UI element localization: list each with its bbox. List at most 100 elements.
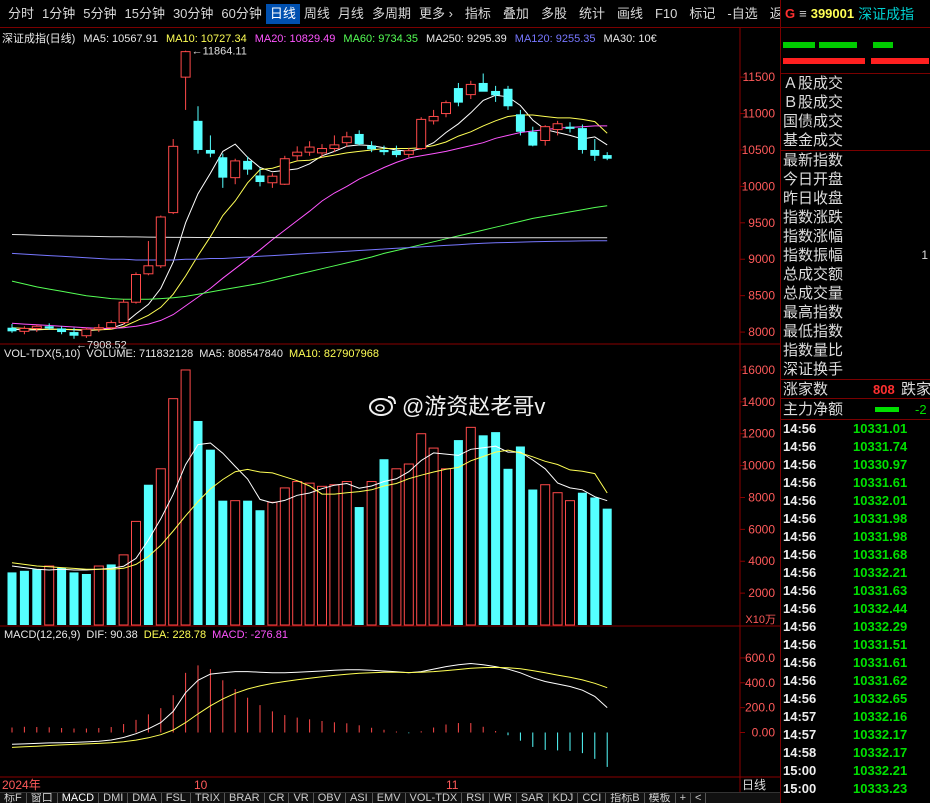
main-net-bar [875, 407, 899, 412]
indicator-tab[interactable]: VOL-TDX [406, 793, 463, 803]
menu-icon[interactable]: ≡ [799, 6, 807, 21]
tick-price: 10332.01 [853, 493, 908, 508]
tick-list[interactable]: 14:56 10331.01 14:56 10331.74 14:56 10330.97 1… [781, 420, 930, 798]
tick-price: 10332.17 [853, 727, 908, 742]
candle-body-up [292, 151, 303, 157]
indicator-tab[interactable]: CCI [578, 793, 607, 803]
indicator-tab[interactable]: WR [490, 793, 517, 803]
tick-row: 14:56 10331.98 [781, 528, 930, 546]
date-label-oct: 10 [194, 778, 208, 792]
group-badge[interactable]: G [785, 6, 795, 21]
volume-bar-up [44, 565, 55, 626]
indicator-tab[interactable]: KDJ [549, 793, 579, 803]
indicator-tab[interactable]: < [691, 793, 707, 803]
volume-bar-up [279, 487, 290, 626]
stat-label: 今日开盘 [783, 171, 844, 188]
tick-price: 10331.61 [853, 655, 908, 670]
vol-axis-label: 16000 [742, 363, 776, 377]
candle-body-down [478, 82, 488, 92]
candle-body-down [379, 149, 389, 153]
tick-price: 10331.63 [853, 583, 908, 598]
candle-body-up [403, 150, 414, 155]
tick-price: 10333.23 [853, 781, 908, 796]
volume-bar-up [403, 463, 414, 626]
macd-axis-label: 200.0 [745, 701, 775, 715]
tick-row: 15:00 10332.21 [781, 762, 930, 780]
volume-bar-up [230, 500, 241, 626]
indicator-tab[interactable]: 窗口 [27, 793, 58, 803]
ma-line-ma120 [11, 240, 608, 261]
indicator-tab[interactable]: FSL [162, 793, 191, 803]
stat-label: 昨日收盘 [783, 190, 844, 207]
indicator-tab[interactable]: SAR [517, 793, 549, 803]
tick-row: 14:56 10331.61 [781, 654, 930, 672]
stock-name: 深证成指 [858, 5, 915, 22]
period-label[interactable]: 日线 [742, 778, 766, 792]
indicator-tab[interactable]: BRAR [225, 793, 265, 803]
candle-body-up [31, 325, 42, 329]
tick-price: 10331.98 [853, 511, 908, 526]
indicator-tab[interactable]: + [676, 793, 692, 803]
indicator-tab[interactable]: 标F [0, 793, 27, 803]
stat-label: 指数振幅 [783, 247, 844, 264]
candle-body-down [590, 149, 600, 156]
indicator-tab[interactable]: MACD [58, 793, 100, 803]
candle-body-up [552, 123, 563, 131]
volume-bar-down [193, 420, 203, 625]
indicator-tab[interactable]: EMV [373, 793, 406, 803]
turnover-row: 国债成交 [783, 113, 844, 130]
stat-label: 指数量比 [783, 342, 844, 359]
quote-panel: G ≡ 399001 深证成指 Ａ股成交 Ｂ股成交 国债成交 基金成交 最新指数 今日开… [780, 0, 930, 803]
indicator-tab[interactable]: ASI [346, 793, 373, 803]
stat-row: 今日开盘 [781, 170, 930, 189]
main-net-value: -2 [915, 402, 927, 417]
candle-body-down [367, 145, 377, 150]
tick-price: 10332.16 [853, 709, 908, 724]
tick-time: 14:56 [783, 439, 817, 454]
quote-header: G ≡ 399001 深证成指 [781, 0, 930, 28]
volume-bar-up [565, 500, 575, 626]
candle-body-up [106, 322, 117, 329]
volume-bar-down [32, 569, 42, 625]
price-axis-label: 10500 [742, 143, 776, 157]
tick-time: 14:56 [783, 493, 817, 508]
tick-row: 14:56 10331.61 [781, 474, 930, 492]
indicator-tab[interactable]: DMA [128, 793, 162, 803]
stat-row: 指数涨幅 [781, 227, 930, 246]
vol-axis-label: 12000 [742, 427, 776, 441]
indicator-tab[interactable]: OBV [314, 793, 346, 803]
candle-body-up [180, 51, 191, 78]
tick-row: 14:56 10332.21 [781, 564, 930, 582]
stat-row: 最新指数 [781, 151, 930, 170]
vol-axis-label: 2000 [748, 586, 775, 600]
macd-axis-label: 0.00 [752, 725, 776, 739]
indicator-tab[interactable]: 指标B [606, 793, 645, 803]
weibo-icon [369, 396, 396, 416]
tick-row: 14:58 10332.17 [781, 744, 930, 762]
indicator-tab[interactable]: CR [265, 793, 290, 803]
candle-body-up [465, 83, 476, 96]
price-axis-label: 11000 [743, 107, 776, 121]
candle-body-down [453, 88, 463, 103]
price-axis-label: 11500 [743, 70, 776, 84]
volume-bar-down [255, 510, 265, 625]
indicator-tab[interactable]: 模板 [645, 793, 676, 803]
indicator-tab[interactable]: VR [289, 793, 314, 803]
volume-bar-up [540, 484, 551, 626]
tick-time: 14:56 [783, 421, 817, 436]
volume-bar-up [552, 492, 563, 626]
candle-body-up [317, 148, 327, 154]
candle-body-down [57, 328, 67, 333]
indicator-tab[interactable]: DMI [99, 793, 129, 803]
indicator-tab[interactable]: RSI [462, 793, 490, 803]
app-window: { "toolbar": { "tabs": ["分时","1分钟","5分钟"… [0, 0, 930, 803]
date-label-year: 2024年 [2, 778, 41, 792]
market-breadth-bars [781, 28, 930, 74]
tick-price: 10331.74 [853, 439, 908, 454]
stat-label: 指数涨跌 [783, 209, 844, 226]
indicator-tab[interactable]: TRIX [191, 793, 225, 803]
indicator-tabs: 标F 窗口 MACD DMI DMA FSL TRIX BRAR CR VR OBV ASI EMV VO… [0, 792, 780, 803]
volume-bar-down [243, 500, 253, 625]
stat-label: 指数涨幅 [783, 228, 844, 245]
volume-bar-down [379, 459, 389, 625]
